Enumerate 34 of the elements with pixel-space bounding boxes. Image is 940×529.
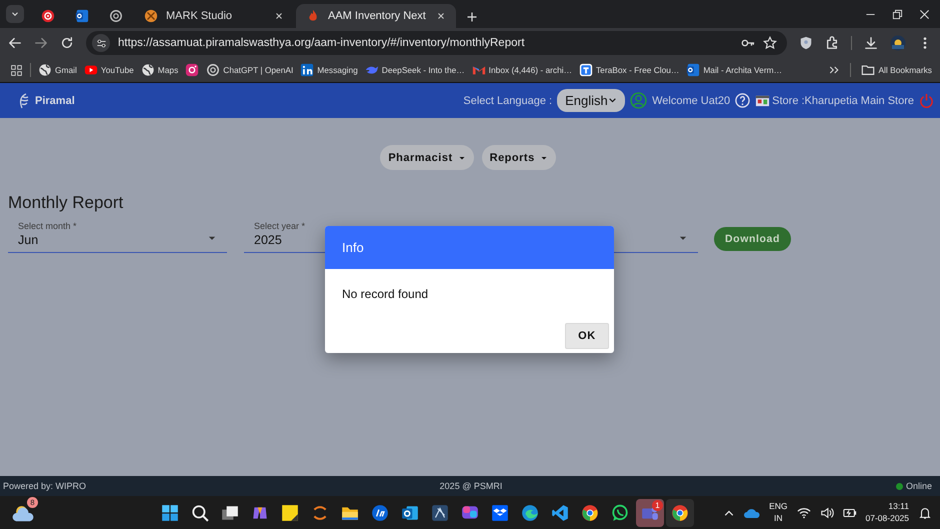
- clock-time[interactable]: 13:11: [888, 501, 909, 512]
- brand-logo: Piramal: [16, 92, 75, 110]
- bookmark-link[interactable]: Gmail: [38, 63, 77, 77]
- bookmark-link[interactable]: TeraBox - Free Clou…: [579, 63, 680, 77]
- dialog-message: No record found: [342, 287, 430, 301]
- menu-button[interactable]: Reports: [482, 145, 556, 170]
- download-button[interactable]: Download: [714, 227, 791, 251]
- language-label: Select Language :: [463, 94, 552, 106]
- status-text: Online: [906, 481, 932, 491]
- browser-tab[interactable]: AAM Inventory Next: [296, 4, 456, 28]
- page-title: Monthly Report: [8, 193, 124, 213]
- ok-button[interactable]: OK: [565, 323, 609, 349]
- dialog-title: Info: [325, 226, 614, 269]
- browser-tab[interactable]: MARK Studio: [134, 4, 294, 28]
- store-text: Store :Kharupetia Main Store: [772, 94, 914, 106]
- bookmark-link[interactable]: Maps: [140, 63, 178, 77]
- taskbar-app-button[interactable]: 1: [636, 498, 664, 526]
- language-select[interactable]: English: [557, 89, 626, 112]
- bookmark-folder-link[interactable]: All Bookmarks: [861, 63, 932, 77]
- menu-button[interactable]: Pharmacist: [380, 145, 474, 170]
- clock-date[interactable]: 07-08-2025: [866, 512, 909, 524]
- bookmark-link[interactable]: YouTube: [84, 63, 134, 77]
- welcome-text: Welcome Uat20: [652, 94, 730, 106]
- footer-text: Powered by: WIPRO: [3, 481, 86, 491]
- bookmark-link[interactable]: Messaging: [300, 63, 358, 77]
- copyright-text: 2025 @ PSMRI: [438, 481, 504, 491]
- input-language-text[interactable]: ENG: [769, 501, 788, 512]
- bookmark-link[interactable]: Inbox (4,446) - archi…: [472, 63, 572, 77]
- bookmark-link[interactable]: ChatGPT | OpenAI: [206, 63, 294, 77]
- select-field[interactable]: Select month * Jun: [8, 219, 227, 253]
- notification-badge: 1: [652, 500, 663, 510]
- bookmark-link[interactable]: Mail - Archita Verm…: [686, 63, 782, 77]
- input-region-text[interactable]: IN: [774, 512, 783, 524]
- bookmark-link[interactable]: DeepSeek - Into the…: [364, 63, 465, 77]
